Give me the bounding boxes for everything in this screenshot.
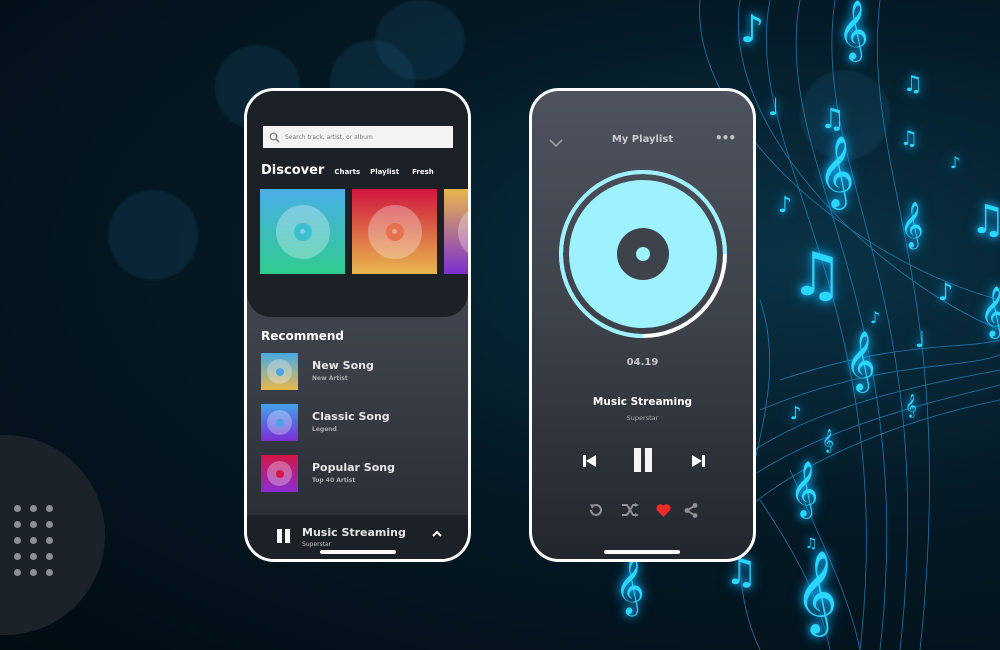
track-title: Music Streaming	[592, 396, 693, 408]
music-staff-lines	[699, 0, 1000, 650]
mini-player-title: Music Streaming	[302, 526, 406, 539]
share-button[interactable]	[682, 501, 700, 519]
treble-clef-icon: 𝄞	[838, 0, 869, 60]
tab-playlist[interactable]: Playlist	[370, 168, 399, 176]
song-title: New Song	[312, 359, 374, 372]
disc-icon	[267, 461, 292, 486]
repeat-button[interactable]	[587, 501, 605, 519]
album-thumbnail	[261, 455, 298, 492]
treble-clef-icon: 𝄞	[900, 202, 924, 248]
music-note-icon: ♪	[778, 193, 793, 218]
chevron-up-icon[interactable]	[432, 527, 442, 540]
track-artist: Superstar	[626, 414, 659, 422]
search-input[interactable]: Search track, artist, or album	[263, 126, 453, 148]
album-cover[interactable]	[444, 189, 468, 274]
treble-clef-icon: 𝄞	[822, 428, 834, 452]
skip-back-icon	[582, 455, 596, 467]
disc-icon	[367, 204, 422, 259]
discover-title: Discover	[261, 163, 325, 178]
repeat-icon	[590, 504, 602, 516]
previous-track-button[interactable]	[579, 453, 599, 469]
music-note-icon: ♪	[870, 308, 881, 327]
treble-clef-icon: 𝄞	[845, 331, 876, 391]
treble-clef-icon: 𝄞	[905, 393, 917, 417]
share-icon	[684, 502, 698, 518]
tab-fresh[interactable]: Fresh	[412, 168, 434, 176]
disc-icon	[458, 204, 468, 259]
recommend-title: Recommend	[261, 329, 345, 343]
album-cover[interactable]	[260, 189, 345, 274]
shuffle-icon	[622, 503, 639, 517]
beamed-notes-icon: ♫	[790, 240, 844, 310]
pause-button[interactable]	[631, 446, 655, 474]
album-thumbnail	[261, 404, 298, 441]
treble-clef-icon: 𝄞	[818, 134, 855, 207]
song-artist: New Artist	[312, 375, 348, 382]
album-thumbnail	[261, 353, 298, 390]
tab-charts[interactable]: Charts	[334, 168, 360, 176]
recommend-list-item[interactable]: Popular Song Top 40 Artist	[261, 455, 451, 493]
music-note-icon: ♩	[768, 93, 780, 121]
mini-player-artist: Superstar	[302, 541, 332, 548]
song-artist: Top 40 Artist	[312, 477, 356, 484]
disc-icon	[267, 359, 292, 384]
vinyl-disc-with-progress-ring	[559, 170, 727, 338]
treble-clef-icon: 𝄞	[795, 549, 838, 633]
beamed-notes-icon: ♫	[820, 102, 846, 135]
beamed-notes-icon: ♫	[900, 126, 918, 150]
next-track-button[interactable]	[688, 453, 708, 469]
recommend-list-item[interactable]: Classic Song Legend	[261, 404, 451, 442]
home-indicator[interactable]	[604, 550, 680, 554]
elapsed-time: 04.19	[626, 357, 659, 368]
treble-clef-icon: 𝄞	[615, 556, 645, 614]
music-note-icon: ♪	[950, 153, 961, 172]
disc-center	[636, 247, 650, 261]
music-note-icon: ♩	[915, 328, 926, 353]
pause-icon[interactable]	[277, 529, 290, 543]
shuffle-button[interactable]	[620, 501, 640, 519]
song-title: Popular Song	[312, 461, 395, 474]
discover-header: Discover Charts Playlist Fresh	[261, 163, 434, 178]
treble-clef-icon: 𝄞	[790, 461, 819, 517]
album-cover[interactable]	[352, 189, 437, 274]
song-title: Classic Song	[312, 410, 390, 423]
search-icon	[263, 132, 285, 143]
like-button[interactable]	[654, 501, 672, 519]
heart-icon	[655, 503, 671, 517]
phone-browse-screen: Search track, artist, or album Discover …	[244, 88, 471, 562]
disc-icon	[275, 204, 330, 259]
music-note-icon: ♪	[740, 7, 765, 51]
beamed-notes-icon: ♫	[903, 72, 923, 97]
beamed-notes-icon: ♫	[970, 197, 1000, 243]
discover-panel: Search track, artist, or album Discover …	[247, 91, 468, 317]
pause-icon	[634, 448, 652, 472]
phone-player-screen: My Playlist ••• 04.19 Music Streaming Su…	[529, 88, 756, 562]
home-indicator[interactable]	[320, 550, 396, 554]
search-placeholder: Search track, artist, or album	[285, 133, 373, 141]
treble-clef-icon: 𝄞	[980, 286, 1000, 337]
recommend-list-item[interactable]: New Song New Artist	[261, 353, 451, 391]
music-note-icon: ♪	[938, 278, 954, 306]
skip-forward-icon	[691, 455, 705, 467]
player-header: My Playlist •••	[532, 131, 753, 151]
music-note-icon: ♪	[790, 403, 802, 424]
disc-icon	[267, 410, 292, 435]
more-options-icon[interactable]: •••	[715, 131, 736, 145]
song-artist: Legend	[312, 426, 337, 433]
